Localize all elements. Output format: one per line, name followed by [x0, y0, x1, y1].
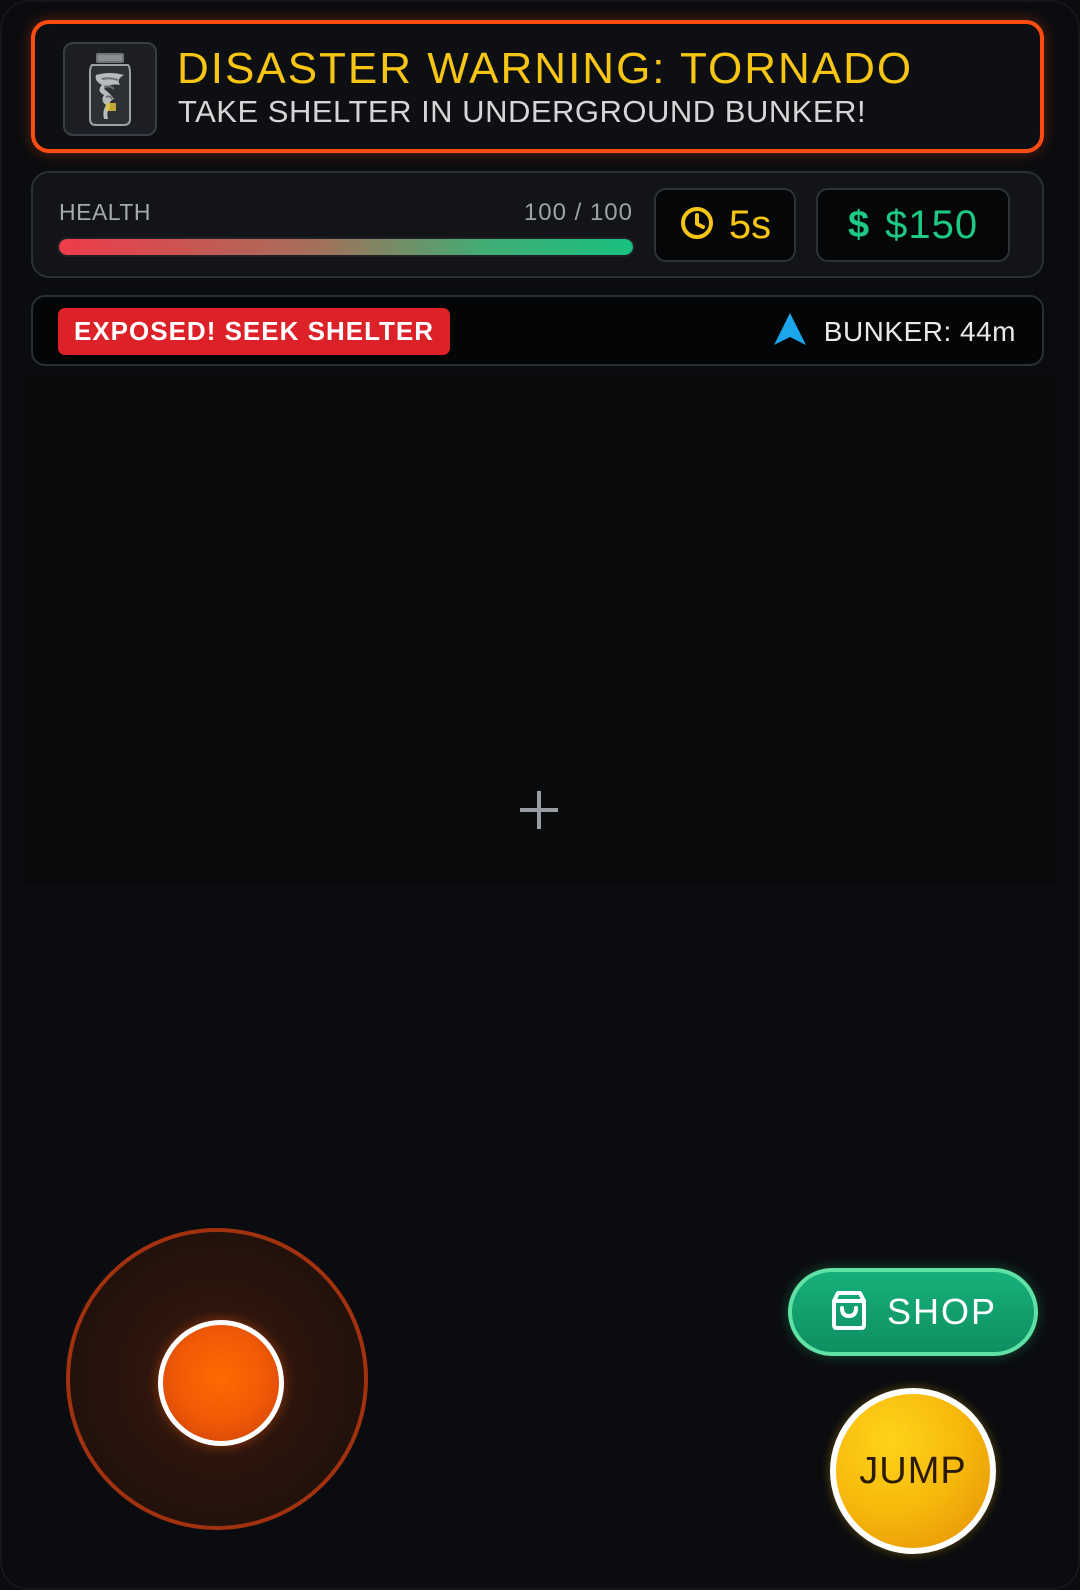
warning-subtitle: TAKE SHELTER IN UNDERGROUND BUNKER!	[178, 94, 867, 129]
money-value: $150	[885, 202, 979, 247]
health-bar-fill	[59, 239, 633, 255]
shop-label: SHOP	[886, 1291, 998, 1332]
exposed-status-badge: EXPOSED! SEEK SHELTER	[58, 308, 451, 355]
health-value: 100 / 100	[523, 199, 633, 226]
shop-button[interactable]: SHOP	[788, 1268, 1038, 1356]
shopping-bag-icon	[829, 1289, 869, 1336]
joystick-knob[interactable]	[158, 1320, 284, 1446]
navigation-arrow-icon	[772, 311, 808, 352]
disaster-warning-banner: DISASTER WARNING: TORNADO TAKE SHELTER I…	[31, 20, 1044, 153]
tornado-jar-icon	[63, 42, 157, 136]
timer-value: 5s	[728, 202, 772, 247]
money-display: $ $150	[816, 188, 1010, 262]
bunker-distance: BUNKER: 44m	[823, 315, 1016, 347]
health-label: HEALTH	[59, 199, 152, 225]
dollar-icon: $	[847, 203, 870, 246]
timer-display: 5s	[654, 188, 796, 262]
jump-label: JUMP	[859, 1449, 967, 1492]
jump-button[interactable]: JUMP	[830, 1388, 996, 1554]
health-bar	[59, 239, 633, 255]
warning-title: DISASTER WARNING: TORNADO	[177, 44, 914, 93]
movement-joystick[interactable]	[66, 1228, 368, 1530]
stats-bar: HEALTH 100 / 100 5s $ $150	[31, 171, 1044, 278]
game-screen: DISASTER WARNING: TORNADO TAKE SHELTER I…	[0, 0, 1080, 1590]
clock-icon	[679, 205, 715, 246]
bunker-distance-indicator: BUNKER: 44m	[772, 311, 1016, 352]
crosshair-icon	[520, 791, 558, 829]
status-bar: EXPOSED! SEEK SHELTER BUNKER: 44m	[31, 295, 1044, 366]
